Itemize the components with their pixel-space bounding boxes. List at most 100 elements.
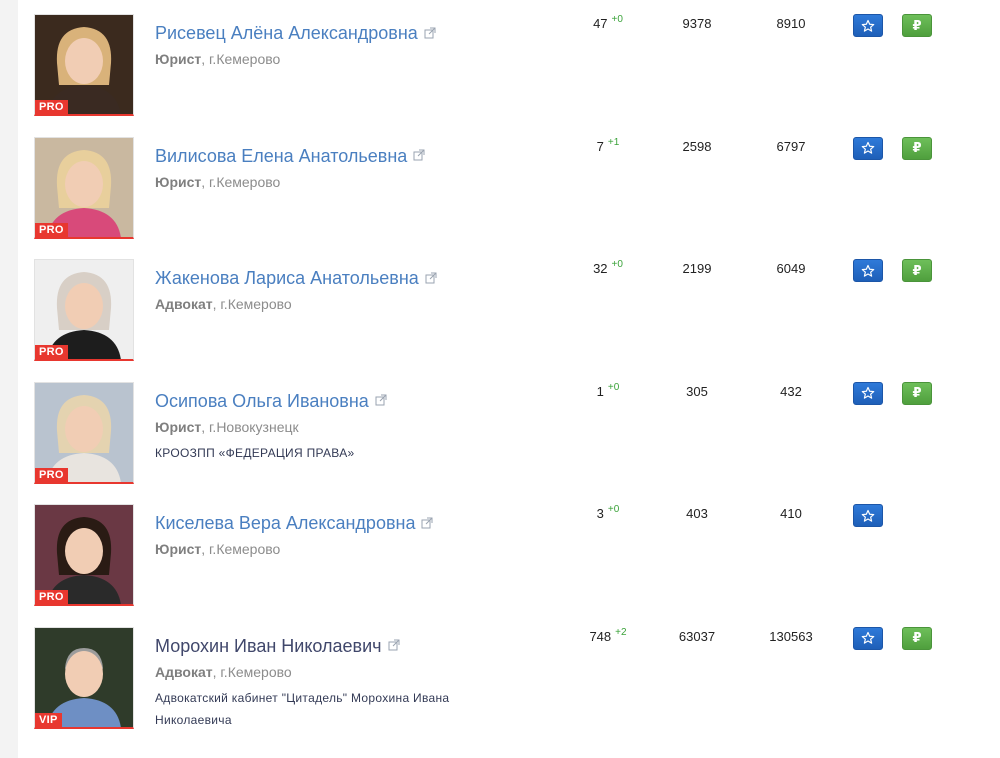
lawyer-name: Киселева Вера Александровна: [155, 513, 416, 533]
external-link-icon[interactable]: [375, 390, 387, 411]
stat-thanks: 6797: [776, 138, 806, 154]
role-title: Юрист: [155, 418, 202, 435]
lawyer-name: Рисевец Алёна Александровна: [155, 23, 418, 43]
avatar[interactable]: PRO: [34, 381, 134, 484]
lawyer-row: PRO Рисевец Алёна Александровна Юрист, г…: [18, 0, 1000, 122]
rating-value: 47: [593, 16, 608, 31]
star-icon: [861, 509, 875, 522]
external-link-icon[interactable]: [424, 23, 436, 44]
favorite-button[interactable]: [853, 626, 883, 650]
external-link-icon[interactable]: [425, 268, 437, 289]
pay-button[interactable]: ₽: [902, 259, 932, 282]
lawyer-row: PRO Киселева Вера Александровна Юрист, г…: [18, 490, 1000, 612]
lawyer-city: , г.Новокузнецк: [201, 418, 299, 435]
stat-answers: 9378: [682, 16, 712, 31]
stat-answers: 305: [686, 383, 708, 399]
lawyer-organization: КРООЗПП «ФЕДЕРАЦИЯ ПРАВА»: [155, 445, 355, 460]
favorite-button[interactable]: [853, 504, 883, 527]
star-icon: [861, 141, 875, 154]
pay-button[interactable]: ₽: [902, 136, 932, 160]
rating-delta: +0: [611, 14, 623, 25]
rating-delta: +0: [607, 381, 620, 393]
rating-cell: 32 +0: [563, 259, 653, 276]
role-title: Адвокат: [155, 296, 213, 312]
ruble-icon: ₽: [912, 630, 922, 645]
avatar[interactable]: PRO: [34, 259, 134, 361]
rating-value: 32: [593, 261, 608, 276]
membership-badge: PRO: [35, 345, 68, 359]
lawyer-list: PRO Рисевец Алёна Александровна Юрист, г…: [18, 0, 1000, 758]
avatar[interactable]: PRO: [34, 504, 134, 606]
membership-badge: VIP: [35, 712, 62, 727]
stat-answers: 403: [686, 506, 708, 521]
rating-cell: 7 +1: [563, 136, 653, 154]
lawyer-name-link[interactable]: Рисевец Алёна Александровна: [155, 23, 436, 45]
rating-delta: +0: [611, 259, 623, 270]
star-icon: [861, 386, 875, 399]
rating-cell: 3 +0: [563, 504, 653, 521]
ruble-icon: ₽: [912, 385, 922, 400]
stat-thanks: 8910: [776, 16, 806, 31]
stat-thanks: 410: [780, 506, 802, 521]
ruble-icon: ₽: [912, 262, 922, 278]
pay-button[interactable]: ₽: [902, 14, 932, 37]
lawyer-name: Морохин Иван Николаевич: [155, 635, 382, 656]
lawyer-name-link[interactable]: Морохин Иван Николаевич: [155, 636, 400, 658]
rating-delta: +2: [615, 626, 627, 638]
avatar[interactable]: VIP: [34, 626, 134, 729]
avatar[interactable]: PRO: [34, 14, 134, 116]
role-title: Юрист: [155, 541, 202, 557]
favorite-button[interactable]: [853, 14, 883, 37]
star-icon: [861, 19, 875, 32]
rating-delta: +1: [607, 136, 620, 148]
lawyer-name-link[interactable]: Киселева Вера Александровна: [155, 513, 433, 535]
stat-answers: 2598: [682, 138, 712, 154]
avatar[interactable]: PRO: [34, 136, 134, 239]
lawyer-city: , г.Кемерово: [201, 173, 281, 190]
lawyer-role: Юрист, г.Кемерово: [155, 541, 280, 557]
rating-cell: 47 +0: [563, 14, 653, 31]
rating-value: 748: [589, 628, 612, 644]
membership-badge: PRO: [35, 222, 68, 237]
lawyer-row: VIP Морохин Иван Николаевич Адвокат, г.К…: [18, 613, 1000, 735]
lawyer-role: Юрист, г.Кемерово: [155, 174, 280, 190]
lawyer-name: Вилисова Елена Анатольевна: [155, 145, 408, 166]
rating-delta: +0: [607, 504, 620, 515]
rating-cell: 748 +2: [563, 626, 653, 644]
rating-cell: 1 +0: [563, 381, 653, 399]
ruble-icon: ₽: [912, 140, 922, 155]
rating-value: 1: [596, 383, 604, 399]
star-icon: [861, 264, 875, 277]
membership-badge: PRO: [35, 590, 68, 604]
lawyer-row: PRO Осипова Ольга Ивановна Юрист, г.Ново…: [18, 368, 1000, 490]
pay-button[interactable]: ₽: [902, 626, 932, 650]
lawyer-role: Юрист, г.Кемерово: [155, 51, 280, 67]
stat-answers: 63037: [678, 628, 716, 644]
lawyer-row: PRO Вилисова Елена Анатольевна Юрист, г.…: [18, 123, 1000, 245]
lawyer-name-link[interactable]: Вилисова Елена Анатольевна: [155, 146, 425, 168]
lawyer-name: Жакенова Лариса Анатольевна: [155, 268, 419, 288]
role-title: Юрист: [155, 173, 202, 190]
lawyer-organization: Адвокатский кабинет "Цитадель" Морохина …: [155, 690, 450, 727]
lawyer-row: PRO Жакенова Лариса Анатольевна Адвокат,…: [18, 245, 1000, 367]
favorite-button[interactable]: [853, 259, 883, 282]
lawyer-city: , г.Кемерово: [212, 296, 292, 312]
lawyer-city: , г.Кемерово: [201, 541, 281, 557]
favorite-button[interactable]: [853, 136, 883, 160]
lawyer-name-link[interactable]: Осипова Ольга Ивановна: [155, 391, 387, 413]
lawyer-role: Юрист, г.Новокузнецк: [155, 419, 299, 435]
lawyer-name-link[interactable]: Жакенова Лариса Анатольевна: [155, 268, 437, 290]
external-link-icon[interactable]: [421, 513, 433, 534]
lawyer-role: Адвокат, г.Кемерово: [155, 296, 292, 312]
external-link-icon[interactable]: [388, 635, 400, 656]
role-title: Юрист: [155, 51, 202, 67]
rating-value: 3: [596, 506, 604, 521]
pay-button[interactable]: ₽: [902, 381, 932, 405]
membership-badge: PRO: [35, 100, 68, 114]
role-title: Адвокат: [155, 663, 213, 680]
lawyer-name: Осипова Ольга Ивановна: [155, 390, 369, 411]
lawyer-city: , г.Кемерово: [201, 51, 281, 67]
favorite-button[interactable]: [853, 381, 883, 405]
membership-badge: PRO: [35, 467, 68, 482]
external-link-icon[interactable]: [413, 145, 425, 166]
